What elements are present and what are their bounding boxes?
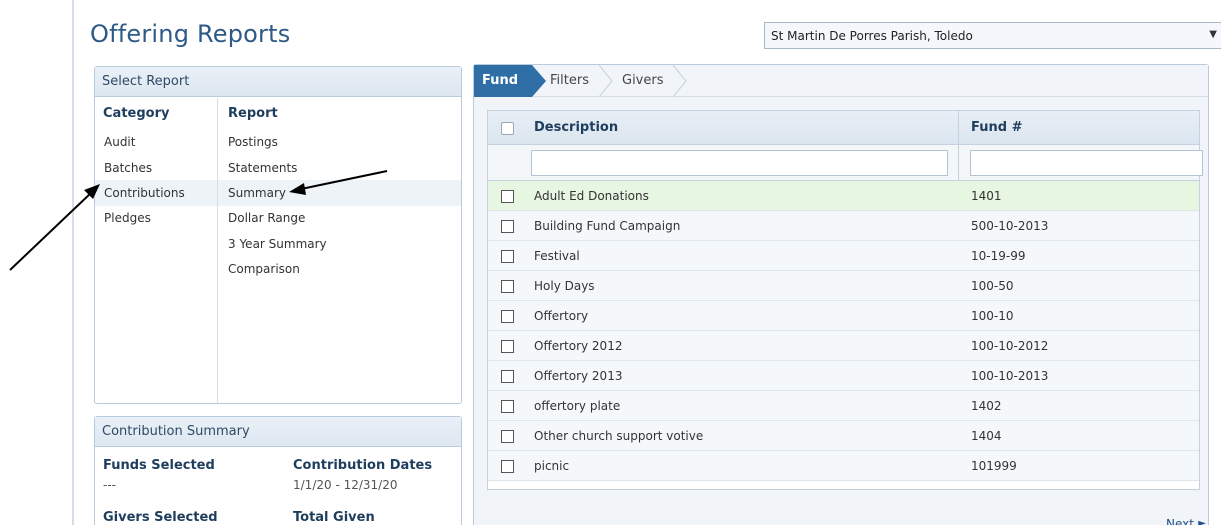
category-item-audit[interactable]: Audit (104, 133, 135, 151)
parish-select[interactable]: St Martin De Porres Parish, Toledo ▼ (764, 22, 1221, 49)
funds-selected-label: Funds Selected (103, 458, 215, 473)
column-header-description[interactable]: Description (534, 120, 618, 135)
step-givers-label[interactable]: Givers (622, 73, 664, 88)
step-filters-label[interactable]: Filters (550, 73, 589, 88)
fund-number: 1401 (971, 189, 1002, 203)
contribution-dates-value: 1/1/20 - 12/31/20 (293, 478, 398, 492)
select-report-header: Select Report (95, 67, 461, 97)
fund-description: Festival (534, 249, 580, 263)
category-item-contributions[interactable]: Contributions (104, 184, 185, 202)
table-row[interactable]: Offertory 2013 100-10-2013 (488, 361, 1199, 391)
total-given-label: Total Given (293, 510, 375, 525)
column-divider (217, 98, 218, 403)
fund-description: Offertory (534, 309, 589, 323)
report-item-postings[interactable]: Postings (228, 133, 278, 151)
fund-number: 10-19-99 (971, 249, 1026, 263)
givers-selected-label: Givers Selected (103, 510, 218, 525)
contribution-summary-panel: Contribution Summary Funds Selected --- … (94, 416, 462, 525)
fund-number: 100-10-2013 (971, 369, 1049, 383)
fund-number: 1404 (971, 429, 1002, 443)
fund-number-filter-input[interactable] (970, 150, 1203, 176)
table-row[interactable]: Building Fund Campaign 500-10-2013 (488, 211, 1199, 241)
fund-description: Holy Days (534, 279, 595, 293)
table-row[interactable]: Other church support votive 1404 (488, 421, 1199, 451)
fund-wizard-panel: Fund Filters Givers Description Fund # A… (473, 64, 1209, 525)
fund-description: Offertory 2013 (534, 369, 623, 383)
row-checkbox[interactable] (501, 460, 514, 473)
fund-number: 100-50 (971, 279, 1014, 293)
contribution-summary-header: Contribution Summary (95, 417, 461, 447)
report-item-summary[interactable]: Summary (228, 184, 286, 202)
report-heading: Report (228, 106, 278, 121)
chevron-down-icon[interactable]: ▼ (1209, 29, 1217, 40)
fund-number: 100-10-2012 (971, 339, 1049, 353)
row-checkbox[interactable] (501, 310, 514, 323)
contribution-dates-label: Contribution Dates (293, 458, 433, 473)
select-all-checkbox[interactable] (501, 122, 514, 135)
description-filter-input[interactable] (531, 150, 948, 176)
row-checkbox[interactable] (501, 250, 514, 263)
table-row[interactable]: Adult Ed Donations 1401 (488, 181, 1199, 211)
row-checkbox[interactable] (501, 190, 514, 203)
next-arrow-icon[interactable]: ► (1198, 518, 1206, 525)
table-row[interactable]: Offertory 100-10 (488, 301, 1199, 331)
step-separator-icon (598, 65, 613, 97)
fund-number: 1402 (971, 399, 1002, 413)
category-item-pledges[interactable]: Pledges (104, 209, 151, 227)
fund-description: Other church support votive (534, 429, 704, 443)
page-title: Offering Reports (90, 20, 291, 48)
fund-description: Adult Ed Donations (534, 189, 649, 203)
fund-description: Offertory 2012 (534, 339, 623, 353)
parish-select-value: St Martin De Porres Parish, Toledo (771, 28, 973, 43)
table-row[interactable]: picnic 101999 (488, 451, 1199, 481)
row-checkbox[interactable] (501, 220, 514, 233)
wizard-steps: Fund Filters Givers (474, 65, 1208, 97)
fund-grid: Description Fund # Adult Ed Donations 140… (487, 110, 1203, 490)
row-checkbox[interactable] (501, 400, 514, 413)
table-row[interactable]: Offertory 2012 100-10-2012 (488, 331, 1199, 361)
fund-number: 101999 (971, 459, 1017, 473)
next-link[interactable]: Next (1166, 517, 1194, 525)
table-row[interactable]: offertory plate 1402 (488, 391, 1199, 421)
annotation-arrow-summary (289, 170, 388, 195)
annotation-arrow-contributions (9, 184, 100, 271)
fund-number: 100-10 (971, 309, 1014, 323)
select-report-body: Category Report Audit Batches Contributi… (95, 98, 461, 403)
fund-description: offertory plate (534, 399, 621, 413)
fund-description: picnic (534, 459, 570, 473)
table-row[interactable]: Festival 10-19-99 (488, 241, 1199, 271)
report-item-dollar-range[interactable]: Dollar Range (228, 209, 305, 227)
step-separator-icon (672, 65, 687, 97)
table-row[interactable]: Holy Days 100-50 (488, 271, 1199, 301)
funds-selected-value: --- (103, 478, 116, 492)
column-divider (958, 111, 959, 144)
column-header-fund-number[interactable]: Fund # (971, 120, 1022, 135)
category-item-batches[interactable]: Batches (104, 159, 152, 177)
grid-header: Description Fund # (488, 111, 1199, 145)
fund-description: Building Fund Campaign (534, 219, 681, 233)
report-item-3-year-summary[interactable]: 3 Year Summary (228, 235, 327, 253)
select-report-panel: Select Report Category Report Audit Batc… (94, 66, 462, 404)
row-checkbox[interactable] (501, 280, 514, 293)
row-checkbox[interactable] (501, 370, 514, 383)
column-divider (958, 145, 959, 180)
step-fund-label[interactable]: Fund (482, 73, 518, 88)
filter-row (488, 145, 1203, 181)
row-checkbox[interactable] (501, 430, 514, 443)
fund-number: 500-10-2013 (971, 219, 1049, 233)
report-item-comparison[interactable]: Comparison (228, 260, 300, 278)
category-heading: Category (103, 106, 170, 121)
row-checkbox[interactable] (501, 340, 514, 353)
